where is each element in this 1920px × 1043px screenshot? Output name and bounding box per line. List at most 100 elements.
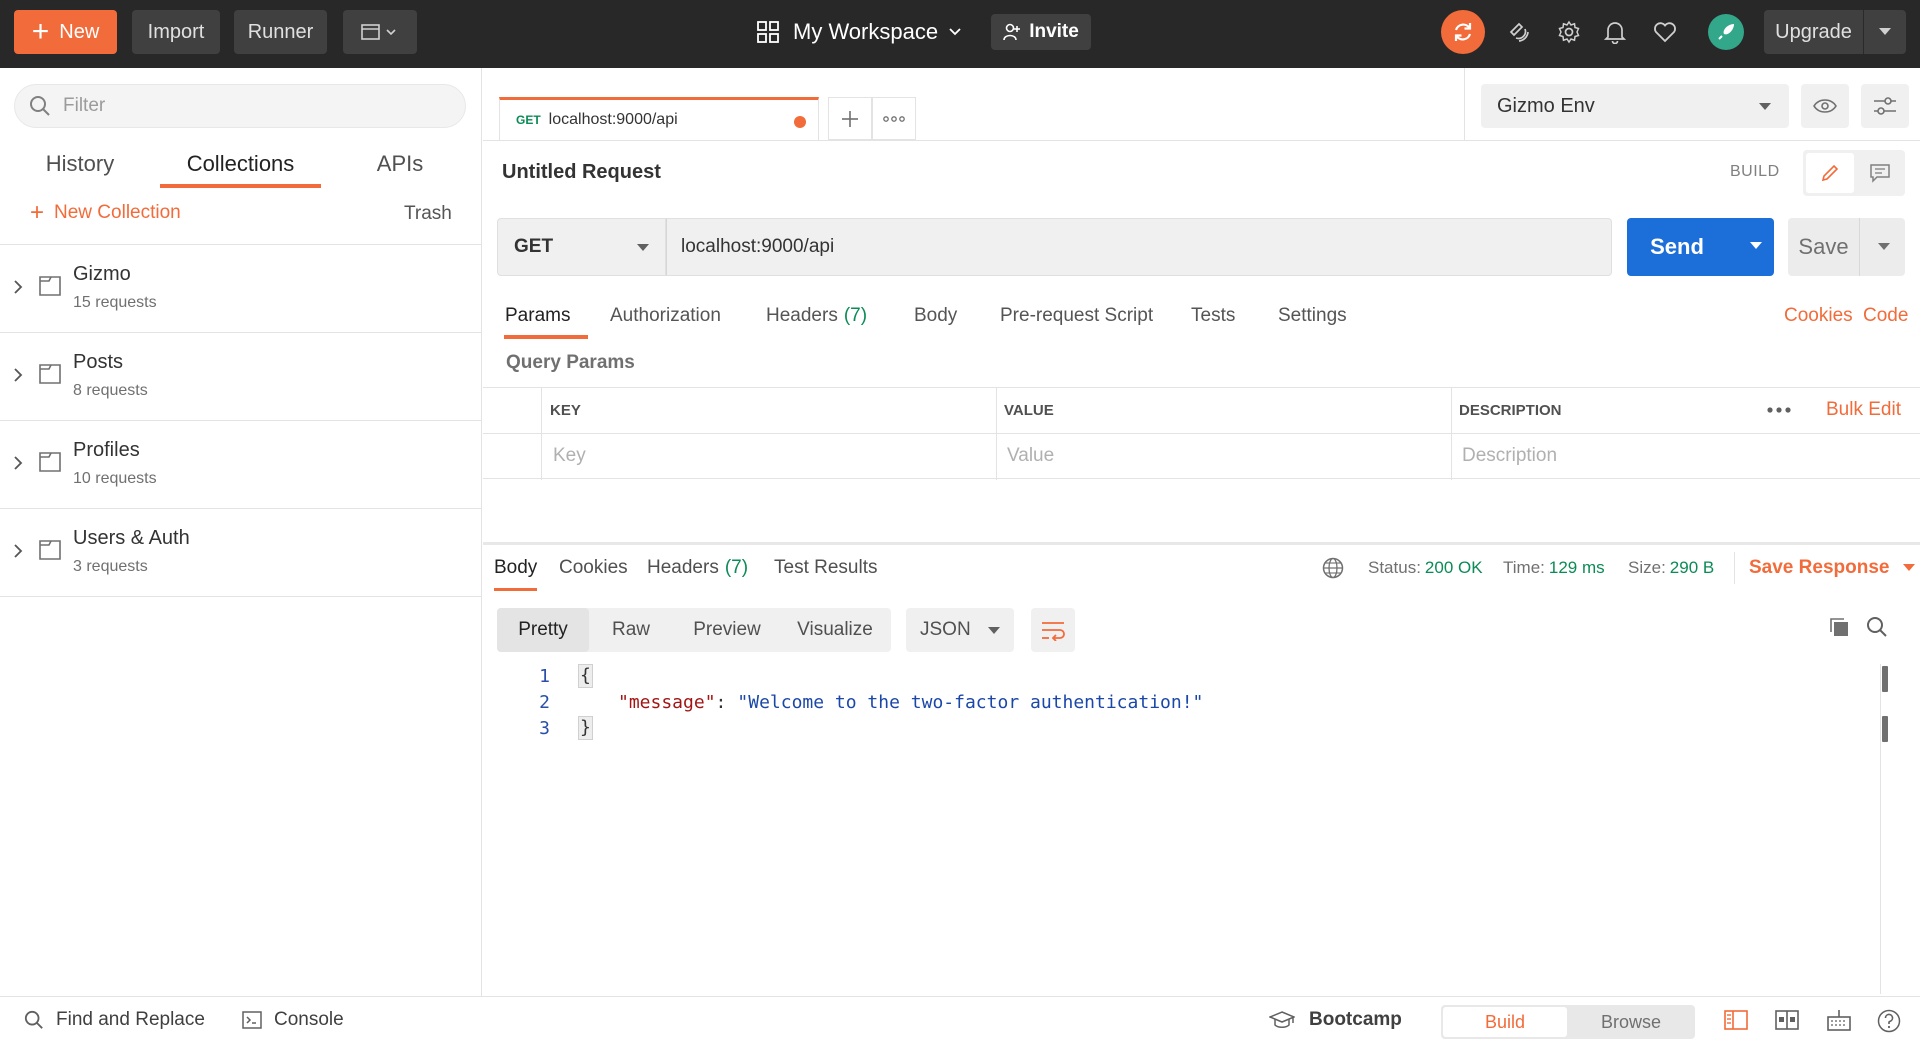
import-button[interactable]: Import bbox=[132, 10, 220, 54]
save-response-button[interactable]: Save Response bbox=[1749, 557, 1916, 579]
environment-select[interactable]: Gizmo Env bbox=[1481, 84, 1789, 128]
response-tab-test-results[interactable]: Test Results bbox=[774, 557, 877, 591]
upgrade-button[interactable]: Upgrade bbox=[1764, 10, 1906, 54]
send-button[interactable]: Send bbox=[1627, 218, 1774, 276]
request-title[interactable]: Untitled Request bbox=[502, 161, 661, 184]
collection-item[interactable]: Posts 8 requests bbox=[0, 333, 482, 421]
response-body[interactable]: 1 { 2 "message" : "Welcome to the two-fa… bbox=[520, 664, 1203, 742]
format-pretty[interactable]: Pretty bbox=[497, 608, 589, 652]
request-tab[interactable]: GET localhost:9000/api bbox=[499, 97, 819, 140]
tab-apis[interactable]: APIs bbox=[360, 144, 440, 188]
caret-down-icon[interactable] bbox=[1878, 243, 1890, 251]
filter-field[interactable] bbox=[14, 84, 466, 128]
tab-count: (7) bbox=[724, 557, 749, 578]
collection-item[interactable]: Users & Auth 3 requests bbox=[0, 509, 482, 597]
wrap-lines-button[interactable] bbox=[1031, 608, 1075, 652]
globe-icon[interactable] bbox=[1322, 557, 1344, 579]
environment-quick-look-button[interactable] bbox=[1801, 84, 1849, 128]
collection-item[interactable]: Profiles 10 requests bbox=[0, 421, 482, 509]
save-button[interactable]: Save bbox=[1788, 218, 1905, 276]
build-button[interactable]: Build bbox=[1443, 1007, 1567, 1037]
tab-settings[interactable]: Settings bbox=[1278, 305, 1347, 339]
bulk-edit-link[interactable]: Bulk Edit bbox=[1826, 399, 1901, 421]
format-visualize[interactable]: Visualize bbox=[781, 608, 889, 652]
sidebar: History Collections APIs + New Collectio… bbox=[0, 68, 482, 996]
new-button[interactable]: + New bbox=[14, 10, 117, 54]
layout-icon[interactable] bbox=[1775, 1009, 1799, 1031]
response-resize-handle[interactable] bbox=[483, 542, 1920, 545]
edit-mode-button[interactable] bbox=[1806, 153, 1854, 193]
search-icon[interactable] bbox=[1866, 616, 1888, 638]
chevron-right-icon[interactable] bbox=[12, 454, 24, 472]
tab-pre-request-script[interactable]: Pre-request Script bbox=[1000, 305, 1153, 339]
search-icon bbox=[24, 1010, 43, 1029]
invite-button[interactable]: Invite bbox=[991, 14, 1091, 50]
tab-history[interactable]: History bbox=[30, 144, 130, 188]
size-value: 290 B bbox=[1669, 558, 1715, 577]
environment-area: Gizmo Env bbox=[1464, 68, 1920, 140]
two-pane-view-icon[interactable] bbox=[1724, 1009, 1748, 1031]
code-link[interactable]: Code bbox=[1863, 305, 1908, 327]
help-icon[interactable] bbox=[1877, 1009, 1901, 1033]
method-label: GET bbox=[514, 236, 554, 257]
chevron-right-icon[interactable] bbox=[12, 278, 24, 296]
collection-item[interactable]: Gizmo 15 requests bbox=[0, 245, 482, 333]
interceptor-button[interactable] bbox=[1505, 18, 1533, 46]
keyboard-shortcuts-icon[interactable] bbox=[1827, 1009, 1851, 1031]
method-select[interactable]: GET bbox=[497, 218, 666, 276]
key-input[interactable]: Key bbox=[553, 445, 586, 467]
filter-input[interactable] bbox=[63, 95, 443, 117]
tab-authorization[interactable]: Authorization bbox=[610, 305, 721, 339]
settings-button[interactable] bbox=[1555, 18, 1583, 46]
trash-button[interactable]: Trash bbox=[404, 203, 452, 225]
tab-headers[interactable]: Headers (7) bbox=[766, 305, 867, 339]
response-tab-body[interactable]: Body bbox=[494, 557, 538, 591]
scrollbar[interactable] bbox=[1882, 664, 1890, 994]
tab-collections[interactable]: Collections bbox=[160, 144, 321, 188]
notifications-button[interactable] bbox=[1601, 18, 1629, 46]
format-preview[interactable]: Preview bbox=[673, 608, 781, 652]
request-tab-url: localhost:9000/api bbox=[548, 111, 678, 128]
console-button[interactable]: Console bbox=[242, 1009, 344, 1031]
chevron-right-icon[interactable] bbox=[12, 542, 24, 560]
tab-tests[interactable]: Tests bbox=[1191, 305, 1235, 339]
sync-button[interactable] bbox=[1441, 10, 1485, 54]
new-collection-button[interactable]: + New Collection bbox=[30, 201, 181, 225]
new-window-button[interactable] bbox=[343, 10, 417, 54]
size-label: Size: bbox=[1628, 558, 1666, 577]
grid-icon bbox=[757, 21, 779, 43]
bootcamp-button[interactable]: Bootcamp bbox=[1269, 1009, 1402, 1031]
tab-label: Tests bbox=[1191, 305, 1236, 326]
avatar[interactable] bbox=[1708, 14, 1744, 50]
description-input[interactable]: Description bbox=[1462, 445, 1557, 467]
language-select[interactable]: JSON bbox=[906, 608, 1014, 652]
find-and-replace-button[interactable]: Find and Replace bbox=[24, 1009, 205, 1031]
favorites-button[interactable] bbox=[1651, 18, 1679, 46]
size-readout: Size: 290 B bbox=[1628, 558, 1714, 578]
tab-body[interactable]: Body bbox=[914, 305, 957, 339]
value-input[interactable]: Value bbox=[1007, 445, 1054, 467]
chevron-right-icon[interactable] bbox=[12, 366, 24, 384]
url-input[interactable]: localhost:9000/api bbox=[666, 218, 1612, 276]
comments-button[interactable] bbox=[1857, 153, 1902, 193]
save-label: Save bbox=[1788, 218, 1860, 276]
manage-environments-button[interactable] bbox=[1861, 84, 1909, 128]
column-header: KEY bbox=[550, 402, 581, 419]
copy-icon[interactable] bbox=[1828, 616, 1850, 638]
response-tab-headers[interactable]: Headers (7) bbox=[647, 557, 748, 591]
tab-options-button[interactable] bbox=[872, 97, 916, 140]
upgrade-dropdown-icon[interactable] bbox=[1864, 28, 1906, 36]
query-params-title: Query Params bbox=[506, 352, 635, 373]
tab-params[interactable]: Params bbox=[504, 305, 588, 339]
runner-button[interactable]: Runner bbox=[234, 10, 327, 54]
format-raw[interactable]: Raw bbox=[589, 608, 673, 652]
caret-down-icon[interactable] bbox=[1750, 242, 1762, 250]
more-icon[interactable] bbox=[1766, 400, 1792, 420]
browse-button[interactable]: Browse bbox=[1569, 1007, 1693, 1037]
new-collection-label: New Collection bbox=[54, 202, 181, 223]
new-tab-button[interactable] bbox=[828, 97, 872, 140]
cookies-link[interactable]: Cookies bbox=[1784, 305, 1853, 327]
response-tab-cookies[interactable]: Cookies bbox=[559, 557, 628, 591]
workspace-switcher[interactable]: My Workspace bbox=[757, 14, 962, 50]
